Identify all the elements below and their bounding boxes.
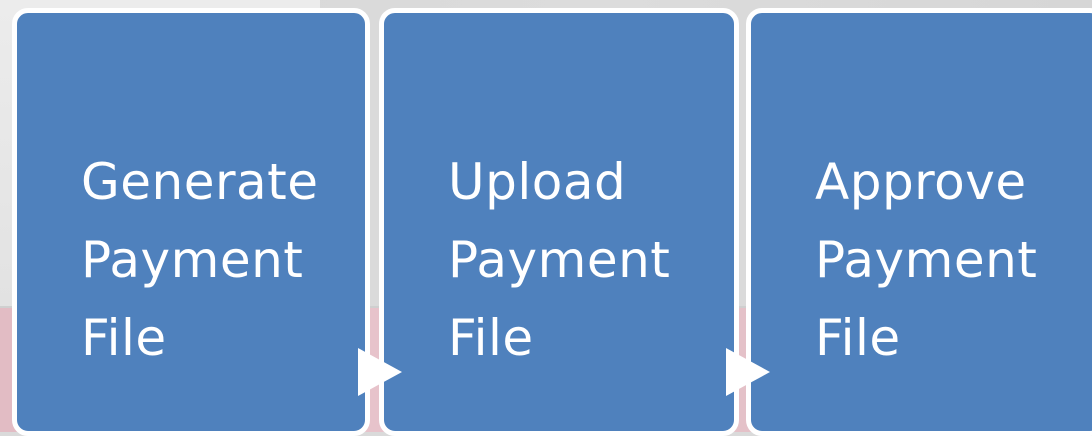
step-box-generate-payment-file: Generate Payment File — [12, 8, 370, 436]
step-label-line: Payment — [81, 231, 304, 289]
step-label-line: Payment — [815, 231, 1038, 289]
step-label-line: File — [448, 309, 534, 367]
step-label-line: File — [815, 309, 901, 367]
step-label: Approve Payment File — [815, 143, 1092, 377]
step-box-approve-payment-file: Approve Payment File — [746, 8, 1092, 436]
step-label-line: Payment — [448, 231, 671, 289]
step-label-line: Generate — [81, 153, 319, 211]
arrow-right-icon — [726, 348, 770, 396]
step-label: Generate Payment File — [81, 143, 361, 377]
step-label-line: Upload — [448, 153, 627, 211]
step-label: Upload Payment File — [448, 143, 730, 377]
arrow-right-icon — [358, 348, 402, 396]
step-box-upload-payment-file: Upload Payment File — [379, 8, 739, 436]
step-label-line: Approve — [815, 153, 1027, 211]
step-label-line: File — [81, 309, 167, 367]
